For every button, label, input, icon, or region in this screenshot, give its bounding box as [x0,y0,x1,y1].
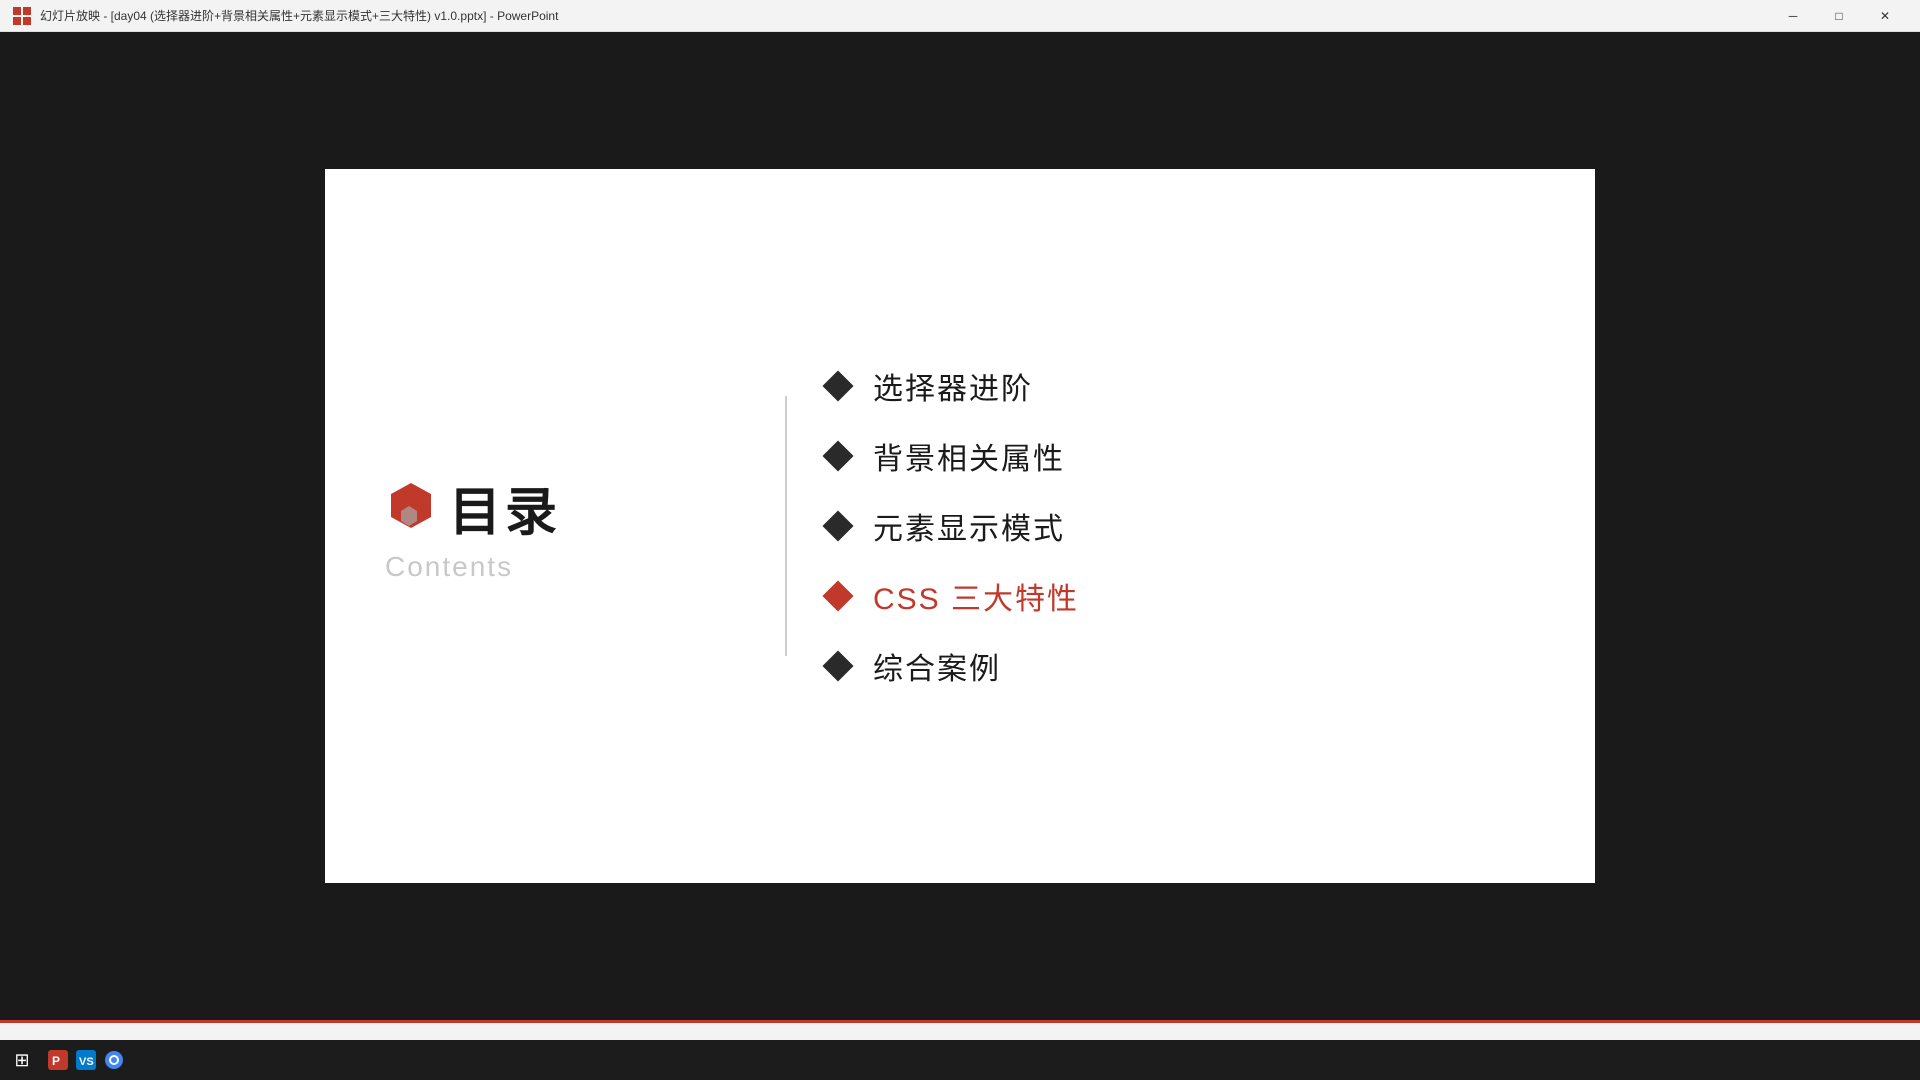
maximize-button[interactable]: □ [1816,0,1862,32]
menu-text-1: 选择器进阶 [873,364,1033,408]
diamond-icon-5 [822,650,853,681]
presentation-area: 目录 Contents 选择器进阶 背景相关属性 元素显示模式 CSS 三大特 [65,32,1855,1020]
logo-title-row: 目录 [385,470,561,545]
taskbar-powerpoint[interactable]: P [44,1046,72,1074]
slide-left-section: 目录 Contents [325,470,745,583]
section-divider [785,396,787,656]
slide-right-section: 选择器进阶 背景相关属性 元素显示模式 CSS 三大特性 综合案例 [827,356,1595,696]
window-controls: ─ □ ✕ [1770,0,1908,32]
menu-text-3: 元素显示模式 [873,504,1065,548]
windows-taskbar: ⊞ P VS [0,1040,1920,1080]
title-bar: 幻灯片放映 - [day04 (选择器进阶+背景相关属性+元素显示模式+三大特性… [0,0,1920,32]
app-icon [12,6,32,26]
window-title: 幻灯片放映 - [day04 (选择器进阶+背景相关属性+元素显示模式+三大特性… [40,7,1770,24]
diamond-icon-3 [822,510,853,541]
menu-text-5: 综合案例 [873,644,1001,688]
menu-item-3: 元素显示模式 [827,496,1535,556]
taskbar-chrome[interactable] [100,1046,128,1074]
slide: 目录 Contents 选择器进阶 背景相关属性 元素显示模式 CSS 三大特 [325,169,1595,883]
right-sidebar [1855,32,1920,1020]
windows-start-button[interactable]: ⊞ [8,1046,36,1074]
close-button[interactable]: ✕ [1862,0,1908,32]
menu-text-4: CSS 三大特性 [873,574,1079,618]
menu-text-2: 背景相关属性 [873,434,1065,478]
slide-sub-title: Contents [385,551,513,583]
minimize-button[interactable]: ─ [1770,0,1816,32]
menu-item-2: 背景相关属性 [827,426,1535,486]
svg-text:VS: VS [79,1056,94,1068]
svg-text:P: P [52,1054,60,1068]
slide-main-title: 目录 [449,470,561,545]
taskbar-vscode[interactable]: VS [72,1046,100,1074]
diamond-icon-1 [822,370,853,401]
hexagon-logo [385,481,437,533]
diamond-icon-4 [822,580,853,611]
menu-item-5: 综合案例 [827,636,1535,696]
menu-item-1: 选择器进阶 [827,356,1535,416]
left-sidebar [0,32,65,1020]
diamond-icon-2 [822,440,853,471]
menu-item-4-accent: CSS 三大特性 [827,566,1535,626]
